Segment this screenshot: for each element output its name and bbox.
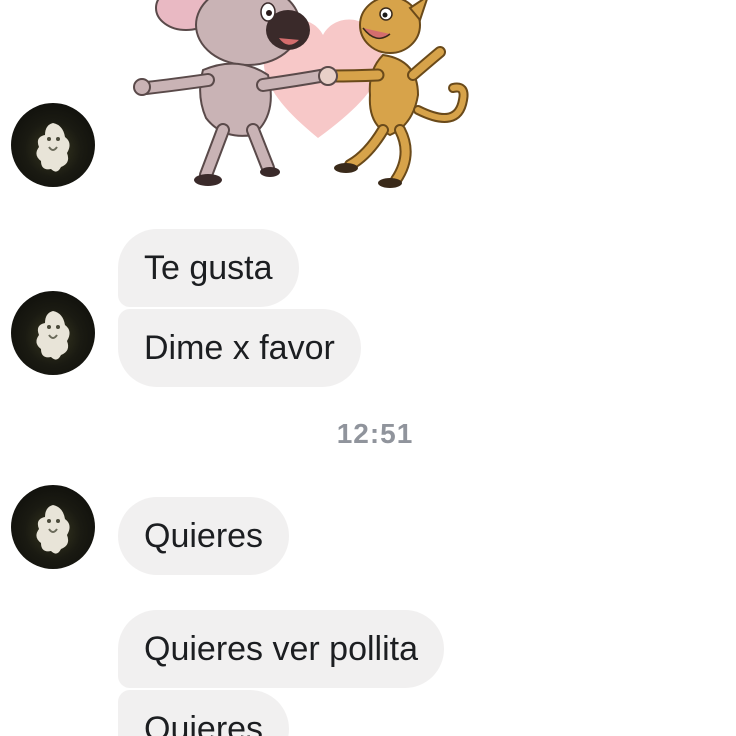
message-text: Quieres ver pollita — [144, 630, 419, 668]
message-text: Quieres — [144, 517, 264, 555]
sender-avatar-icon[interactable] — [11, 291, 95, 375]
message-bubble[interactable]: Dime x favor — [118, 309, 361, 387]
message-bubble[interactable]: Te gusta — [118, 229, 299, 307]
message-bubble[interactable]: Quieres — [118, 497, 290, 575]
chat-thread: Te gusta Dime x favor 12:51 Quieres Quie… — [0, 0, 736, 736]
sender-avatar-icon[interactable] — [11, 103, 95, 187]
message-text: Quieres — [144, 710, 264, 736]
dancing-sticker-icon[interactable] — [128, 0, 478, 192]
sender-avatar-icon[interactable] — [11, 485, 95, 569]
message-timestamp: 12:51 — [336, 418, 414, 449]
message-bubble[interactable]: Quieres — [118, 690, 290, 736]
message-text: Te gusta — [144, 249, 273, 287]
message-bubble[interactable]: Quieres ver pollita — [118, 610, 445, 688]
message-text: Dime x favor — [144, 329, 335, 367]
